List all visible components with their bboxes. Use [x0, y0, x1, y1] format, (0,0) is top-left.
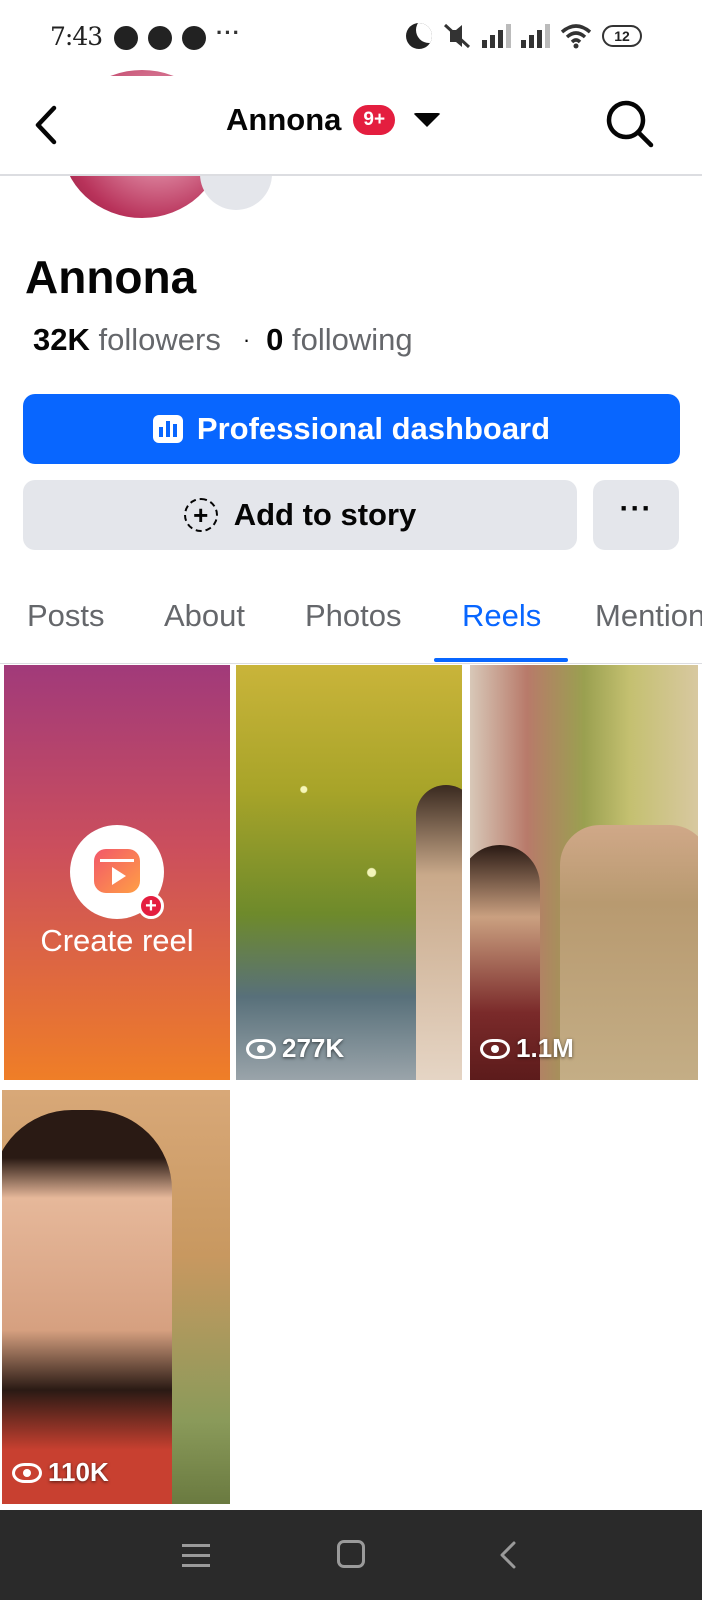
- professional-dashboard-label: Professional dashboard: [196, 411, 551, 446]
- eye-icon: [480, 1038, 510, 1059]
- add-to-story-label: Add to story: [233, 497, 417, 532]
- notification-badge: 9+: [353, 105, 396, 135]
- search-icon[interactable]: [604, 98, 656, 150]
- messenger-icon: [114, 26, 138, 50]
- reel-icon: [94, 849, 140, 893]
- more-notifications-icon: ···: [216, 20, 241, 45]
- followers-label[interactable]: followers: [99, 322, 221, 358]
- more-options-button[interactable]: ···: [593, 480, 679, 550]
- signal-icon: [482, 24, 511, 48]
- status-bar: 7:43 ··· 12: [0, 0, 702, 76]
- reel-thumbnail[interactable]: 1.1M: [470, 665, 698, 1080]
- profile-stats: 32K followers · 0 following: [33, 322, 413, 358]
- system-icons: 12: [406, 22, 642, 50]
- notification-icons: ···: [114, 20, 241, 50]
- following-count[interactable]: 0: [266, 322, 283, 358]
- followers-count[interactable]: 32K: [33, 322, 90, 358]
- back-icon[interactable]: [497, 1540, 519, 1570]
- status-time: 7:43: [50, 22, 103, 51]
- profile-tabs: Posts About Photos Reels Mentions: [0, 582, 702, 664]
- stats-separator: ·: [242, 327, 251, 352]
- active-tab-indicator: [434, 658, 568, 662]
- view-count: 1.1M: [480, 1033, 574, 1064]
- reel-thumbnail[interactable]: 277K: [236, 665, 462, 1080]
- create-reel-label: Create reel: [40, 923, 194, 958]
- header-title: Annona: [226, 102, 342, 137]
- dashboard-icon: [152, 415, 183, 443]
- do-not-disturb-icon: [406, 23, 432, 49]
- mute-icon: [443, 23, 471, 49]
- home-icon[interactable]: [337, 1540, 365, 1568]
- eye-icon: [12, 1462, 42, 1483]
- top-header: Annona 9+: [0, 76, 702, 176]
- tab-photos[interactable]: Photos: [305, 598, 402, 634]
- view-count: 277K: [246, 1033, 344, 1064]
- battery-icon: 12: [602, 25, 642, 47]
- back-arrow-icon[interactable]: [28, 100, 68, 150]
- professional-dashboard-button[interactable]: Professional dashboard: [23, 394, 680, 464]
- wifi-icon: [560, 24, 592, 49]
- view-count-value: 277K: [282, 1033, 345, 1063]
- system-navigation-bar: [0, 1510, 702, 1600]
- tab-posts[interactable]: Posts: [27, 598, 105, 634]
- eye-icon: [246, 1038, 276, 1059]
- create-reel-icon: +: [70, 825, 164, 919]
- thumbnail-image: [560, 825, 698, 1080]
- plus-icon: +: [138, 893, 164, 919]
- following-label[interactable]: following: [292, 322, 413, 358]
- view-count-value: 1.1M: [516, 1033, 574, 1063]
- profile-name: Annona: [25, 251, 197, 303]
- message-icon: [182, 26, 206, 50]
- view-count: 110K: [12, 1457, 109, 1488]
- tab-mentions[interactable]: Mentions: [595, 598, 702, 634]
- signal-icon-2: [521, 24, 550, 48]
- view-count-value: 110K: [48, 1457, 109, 1487]
- reel-thumbnail[interactable]: 110K: [2, 1090, 230, 1504]
- add-story-icon: +: [183, 498, 218, 532]
- recent-apps-icon[interactable]: [182, 1544, 210, 1574]
- tab-about[interactable]: About: [164, 598, 245, 634]
- add-to-story-button[interactable]: + Add to story: [23, 480, 577, 550]
- create-reel-tile[interactable]: + Create reel: [4, 665, 230, 1080]
- profile-switcher[interactable]: Annona 9+: [226, 102, 442, 138]
- thumbnail-image: [2, 1110, 172, 1504]
- chat-icon: [148, 26, 172, 50]
- tab-reels[interactable]: Reels: [462, 598, 541, 634]
- dropdown-caret-icon: [413, 113, 442, 127]
